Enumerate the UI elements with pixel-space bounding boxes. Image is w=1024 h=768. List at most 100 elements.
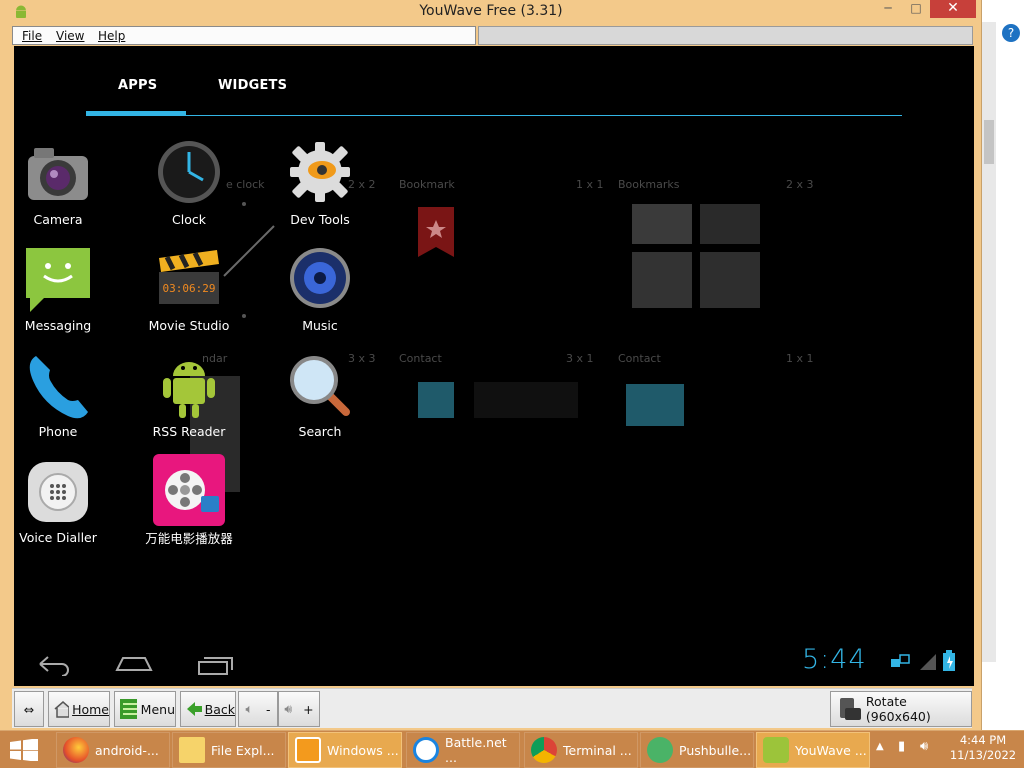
youwave-window: YouWave Free (3.31) ─ □ ✕ File View Help…	[0, 0, 982, 730]
menu-view[interactable]: View	[56, 29, 84, 43]
app-label: 万能电影播放器	[145, 531, 233, 546]
app-label: Messaging	[24, 318, 92, 333]
volume-down-button[interactable]: 🔈︎ -	[238, 691, 278, 727]
menu-file[interactable]: File	[22, 29, 42, 43]
app-clock[interactable]: Clock	[134, 138, 244, 227]
double-arrow-icon: ⇔	[23, 701, 35, 717]
rss-reader-icon	[153, 350, 225, 422]
app-label: Music	[302, 318, 338, 333]
back-button[interactable]: Back	[180, 691, 236, 727]
menu-icon	[120, 699, 137, 719]
status-clock: 5:44	[802, 644, 867, 675]
app-rss-reader[interactable]: RSS Reader	[134, 350, 244, 439]
battlenet-icon	[413, 737, 439, 763]
messaging-icon	[22, 244, 94, 316]
windows-taskbar: android-... File Expl... Windows ... Bat…	[0, 730, 1024, 768]
home-nav-icon[interactable]	[114, 652, 154, 676]
house-icon	[54, 701, 70, 718]
android-screen[interactable]: APPS WIDGETS e clock 2 x 2 Bookmark 1 x …	[14, 46, 974, 686]
ghost-widget-size: 3 x 1	[566, 352, 594, 365]
app-voice-dialler[interactable]: Voice Dialler	[14, 456, 113, 545]
ghost-widget-size: 2 x 3	[786, 178, 814, 191]
app-messaging[interactable]: Messaging	[14, 244, 113, 333]
recent-apps-icon[interactable]	[196, 652, 236, 676]
network-tray-icon[interactable]: ▮	[898, 739, 905, 754]
video-player-icon	[153, 454, 225, 526]
youwave-icon	[763, 737, 789, 763]
windows-media-icon	[295, 737, 321, 763]
back-nav-icon[interactable]	[34, 652, 74, 676]
app-label: Dev Tools	[290, 212, 350, 227]
menu-button[interactable]: Menu	[114, 691, 176, 727]
app-label: RSS Reader	[152, 424, 226, 439]
scrollbar[interactable]	[982, 22, 996, 662]
clock-icon	[153, 138, 225, 210]
battery-icon	[943, 650, 955, 671]
system-clock[interactable]: 4:44 PM 11/13/2022	[948, 733, 1018, 763]
app-phone[interactable]: Phone	[14, 350, 113, 439]
taskbar-item-chrome[interactable]: Terminal ...	[524, 732, 638, 768]
phone-icon	[22, 350, 94, 422]
app-label: Camera	[33, 212, 83, 227]
taskbar-item-windows-media[interactable]: Windows ...	[288, 732, 402, 768]
pushbullet-icon	[647, 737, 673, 763]
app-label: Clock	[172, 212, 206, 227]
show-hidden-icons-icon[interactable]: ▲	[876, 741, 884, 752]
taskbar-item-file-explorer[interactable]: File Expl...	[172, 732, 286, 768]
ghost-widget-label: Contact	[399, 352, 442, 365]
window-title: YouWave Free (3.31)	[419, 3, 563, 19]
menu-label: Menu	[140, 701, 175, 717]
menu-bar-filler	[478, 26, 973, 45]
tab-apps[interactable]: APPS	[118, 78, 157, 93]
speaker-icon: 🔊︎	[284, 701, 293, 716]
network-icon	[891, 654, 910, 667]
ghost-contact-icon	[626, 384, 684, 426]
expand-button[interactable]: ⇔	[14, 691, 44, 727]
app-music[interactable]: Music	[265, 244, 375, 333]
taskbar-label: Battle.net ...	[445, 735, 507, 765]
voice-dialler-icon	[22, 456, 94, 528]
help-icon[interactable]: ?	[1002, 24, 1020, 42]
volume-up-label: +	[303, 701, 314, 717]
taskbar-label: Windows ...	[327, 742, 399, 758]
ghost-bookmark-icon	[418, 207, 454, 257]
rotate-button[interactable]: Rotate (960x640)	[830, 691, 972, 727]
app-search[interactable]: Search	[265, 350, 375, 439]
dev-tools-icon	[284, 138, 356, 210]
ghost-bookmarks-grid	[632, 204, 762, 310]
maximize-button[interactable]: □	[902, 0, 930, 18]
ghost-contact-icon	[418, 382, 454, 418]
home-button[interactable]: Home	[48, 691, 110, 727]
tab-divider	[86, 115, 902, 116]
taskbar-item-youwave[interactable]: YouWave ...	[756, 732, 870, 768]
speaker-icon: 🔈︎	[245, 701, 253, 716]
windows-start-icon[interactable]	[10, 739, 38, 761]
movie-studio-icon: 03:06:29	[153, 244, 225, 316]
app-dev-tools[interactable]: Dev Tools	[265, 138, 375, 227]
rotate-label: Rotate (960x640)	[865, 694, 931, 724]
taskbar-label: Terminal ...	[563, 742, 632, 758]
title-bar[interactable]: YouWave Free (3.31) ─ □ ✕	[0, 0, 982, 24]
menu-help[interactable]: Help	[98, 29, 125, 43]
app-video-player[interactable]: 万能电影播放器	[134, 454, 244, 547]
taskbar-label: YouWave ...	[795, 742, 867, 758]
minimize-button[interactable]: ─	[874, 0, 902, 18]
app-label: Voice Dialler	[19, 530, 97, 545]
taskbar-item-battlenet[interactable]: Battle.net ...	[406, 732, 520, 768]
back-label: Back	[204, 701, 235, 717]
close-button[interactable]: ✕	[930, 0, 976, 18]
rotate-icon	[840, 698, 861, 720]
app-label: Search	[298, 424, 342, 439]
tab-widgets[interactable]: WIDGETS	[218, 78, 287, 93]
ghost-widget-label: Contact	[618, 352, 661, 365]
taskbar-item-firefox[interactable]: android-...	[56, 732, 170, 768]
volume-tray-icon[interactable]: 🔊︎	[920, 739, 928, 754]
ghost-widget-label: Bookmarks	[618, 178, 680, 191]
taskbar-item-pushbullet[interactable]: Pushbulle...	[640, 732, 754, 768]
volume-up-button[interactable]: 🔊︎ +	[278, 691, 320, 727]
emulator-toolbar: ⇔ Home Menu Back 🔈︎ - 🔊︎ + Rotate (960x6…	[12, 688, 972, 728]
app-camera[interactable]: Camera	[14, 138, 113, 227]
taskbar-label: File Expl...	[211, 742, 275, 758]
app-movie-studio[interactable]: 03:06:29 Movie Studio	[134, 244, 244, 333]
volume-down-label: -	[265, 701, 271, 717]
